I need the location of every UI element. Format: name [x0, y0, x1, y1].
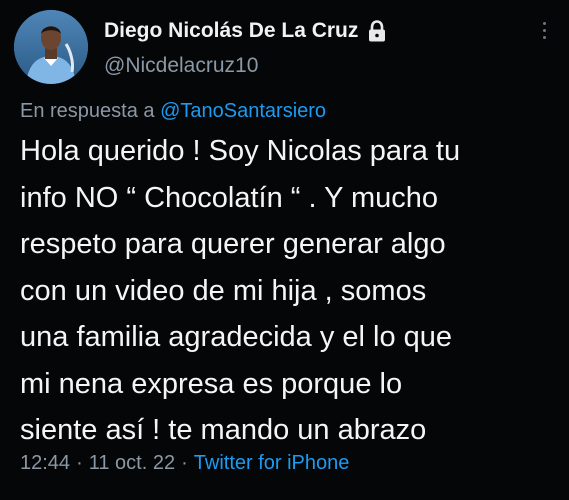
tweet-line: siente así ! te mando un abrazo — [20, 414, 427, 446]
tweet-metadata: 12:44 · 11 oct. 22 · Twitter for iPhone — [20, 452, 349, 475]
tweet-line: info NO “ Chocolatín “ . Y mucho — [20, 181, 439, 214]
tweet-text: Hola querido ! Soy Nicolas para tu info … — [20, 128, 560, 454]
author-name-row: Diego Nicolás De La Cruz — [104, 16, 388, 46]
meta-separator: · — [76, 452, 83, 474]
author-block: Diego Nicolás De La Cruz @Nicdelacruz10 — [104, 16, 388, 78]
tweet-source-link[interactable]: Twitter for iPhone — [194, 452, 350, 474]
reply-prefix: En respuesta a — [20, 100, 155, 122]
author-handle[interactable]: @Nicdelacruz10 — [104, 54, 388, 78]
tweet-line: con un video de mi hija , somos — [20, 274, 427, 307]
tweet-line: una familia agradecida y el lo que — [20, 321, 453, 353]
tweet-time[interactable]: 12:44 — [20, 452, 70, 474]
avatar[interactable] — [14, 10, 88, 84]
author-name[interactable]: Diego Nicolás De La Cruz — [104, 19, 358, 43]
reply-mention-link[interactable]: @TanoSantarsiero — [160, 100, 326, 122]
tweet-line: Hola querido ! Soy Nicolas para tu — [20, 135, 461, 167]
tweet-line: respeto para querer generar algo — [20, 228, 446, 260]
more-icon[interactable] — [543, 22, 549, 39]
tweet-date[interactable]: 11 oct. 22 — [89, 452, 175, 474]
avatar-image — [14, 10, 88, 84]
tweet-card: Diego Nicolás De La Cruz @Nicdelacruz10 … — [0, 0, 569, 500]
reply-context: En respuesta a @TanoSantarsiero — [20, 100, 326, 123]
lock-icon — [366, 19, 388, 43]
meta-separator: · — [181, 452, 188, 474]
tweet-line: mi nena expresa es porque lo — [20, 367, 403, 400]
